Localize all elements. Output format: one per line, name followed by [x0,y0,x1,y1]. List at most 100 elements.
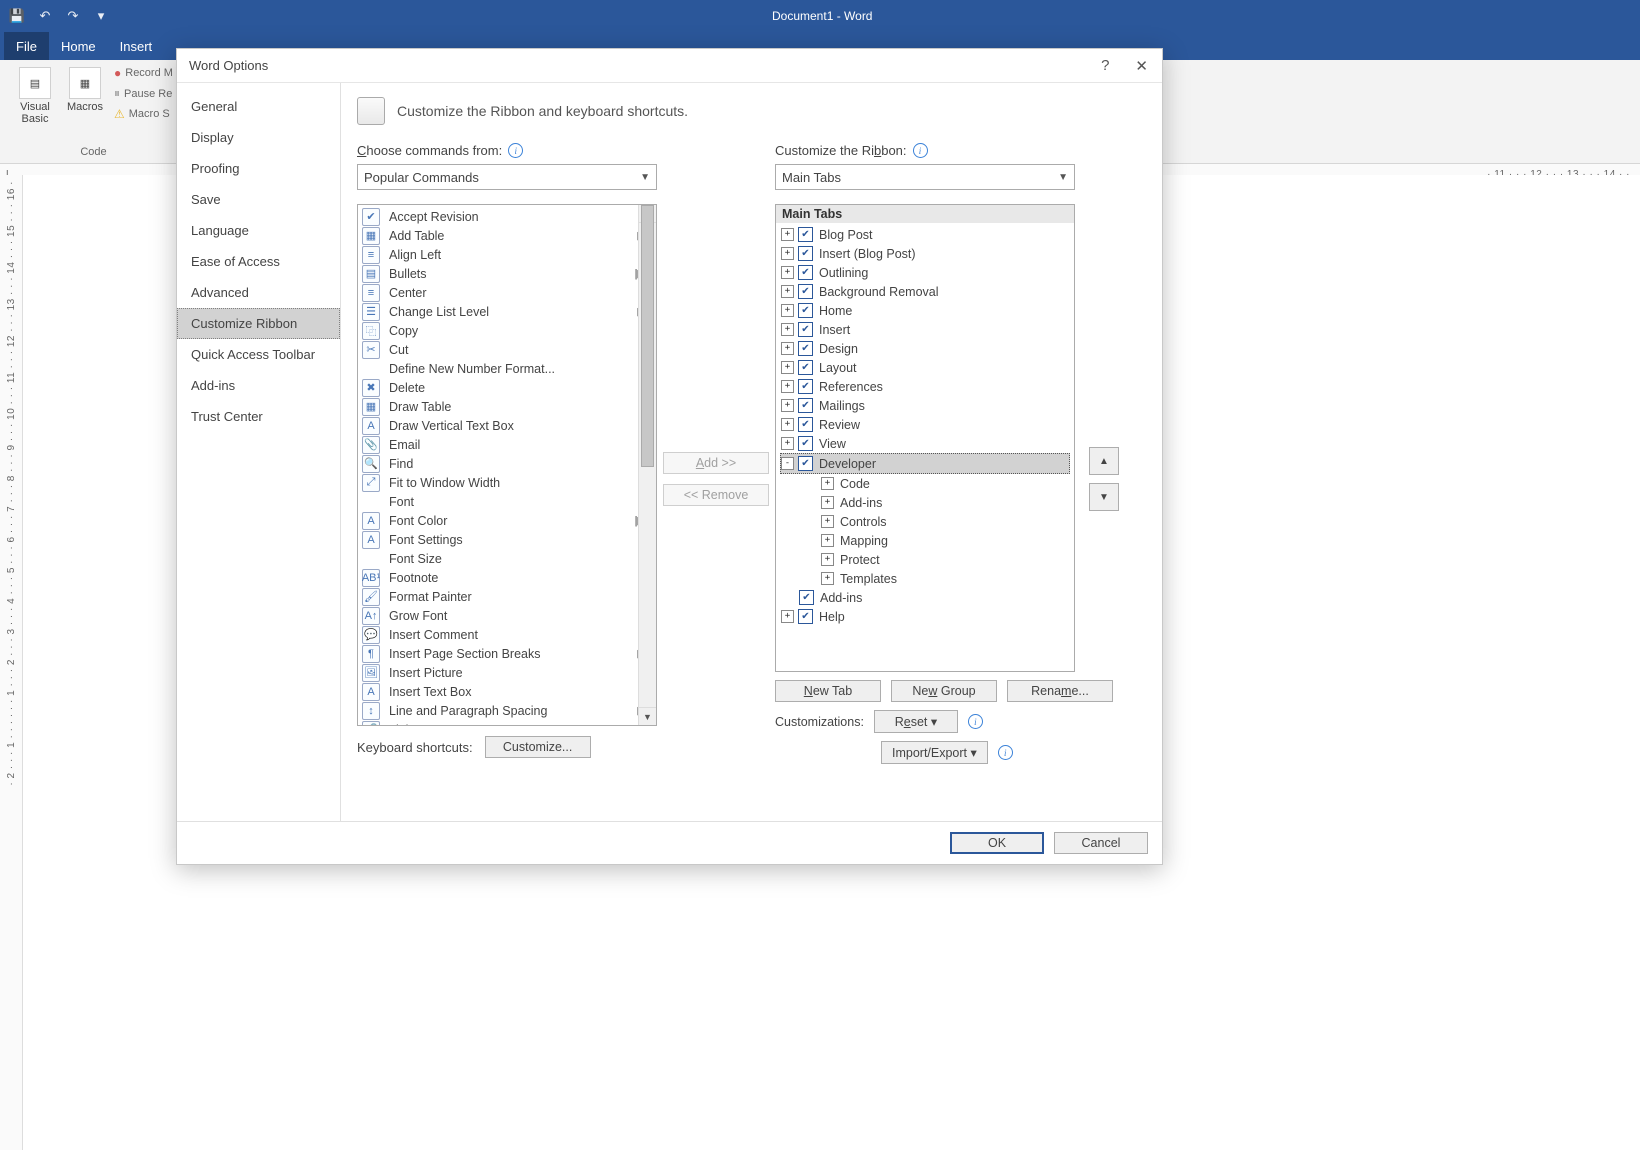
nav-item-advanced[interactable]: Advanced [177,277,340,308]
tree-item[interactable]: +Controls [781,512,1069,531]
expand-icon[interactable]: + [781,323,794,336]
command-item[interactable]: 🔍Find [360,454,654,473]
nav-item-proofing[interactable]: Proofing [177,153,340,184]
tab-insert[interactable]: Insert [108,32,165,60]
command-item[interactable]: Font SizeI▾ [360,549,654,568]
help-icon[interactable]: ? [1095,57,1115,75]
collapse-icon[interactable]: - [781,457,794,470]
expand-icon[interactable]: + [781,285,794,298]
expand-icon[interactable]: + [781,342,794,355]
record-macro-button[interactable]: ●Record M [112,64,175,82]
command-item[interactable]: AInsert Text Box [360,682,654,701]
tab-file[interactable]: File [4,32,49,60]
add-button[interactable]: Add >> [663,452,769,474]
expand-icon[interactable]: + [781,610,794,623]
ok-button[interactable]: OK [950,832,1044,854]
scroll-thumb[interactable] [641,205,654,467]
qat-customize-icon[interactable]: ▾ [90,5,112,27]
nav-item-quick-access-toolbar[interactable]: Quick Access Toolbar [177,339,340,370]
command-item[interactable]: ≡Center [360,283,654,302]
save-icon[interactable]: 💾 [6,5,28,27]
tree-item[interactable]: +Design [781,339,1069,358]
tree-item[interactable]: +Templates [781,569,1069,588]
nav-item-customize-ribbon[interactable]: Customize Ribbon [177,308,340,339]
nav-item-trust-center[interactable]: Trust Center [177,401,340,432]
checkbox[interactable] [798,227,813,242]
command-item[interactable]: ✂Cut [360,340,654,359]
nav-item-display[interactable]: Display [177,122,340,153]
redo-icon[interactable]: ↷ [62,5,84,27]
nav-item-add-ins[interactable]: Add-ins [177,370,340,401]
expand-icon[interactable]: + [821,534,834,547]
checkbox[interactable] [798,379,813,394]
choose-commands-combo[interactable]: Popular Commands ▼ [357,164,657,190]
command-item[interactable]: ¶Insert Page Section Breaks▶ [360,644,654,663]
tree-item[interactable]: Add-ins [781,588,1069,607]
checkbox[interactable] [798,417,813,432]
tree-item[interactable]: +Insert [781,320,1069,339]
checkbox[interactable] [798,609,813,624]
checkbox[interactable] [798,303,813,318]
tree-item[interactable]: +Background Removal [781,282,1069,301]
tab-home[interactable]: Home [49,32,108,60]
command-item[interactable]: ✖Delete [360,378,654,397]
command-item[interactable]: ▦Draw Table [360,397,654,416]
info-icon[interactable]: i [968,714,983,729]
checkbox[interactable] [798,341,813,356]
remove-button[interactable]: << Remove [663,484,769,506]
info-icon[interactable]: i [998,745,1013,760]
tree-item[interactable]: +Review [781,415,1069,434]
expand-icon[interactable]: + [781,228,794,241]
tree-item[interactable]: +Blog Post [781,225,1069,244]
tree-item[interactable]: +Mailings [781,396,1069,415]
expand-icon[interactable]: + [821,553,834,566]
info-icon[interactable]: i [913,143,928,158]
command-item[interactable]: Define New Number Format... [360,359,654,378]
command-item[interactable]: 🔗Link [360,720,654,726]
expand-icon[interactable]: + [821,572,834,585]
move-down-button[interactable]: ▼ [1089,483,1119,511]
tree-item[interactable]: -Developer [780,453,1070,474]
expand-icon[interactable]: + [781,304,794,317]
checkbox[interactable] [798,436,813,451]
checkbox[interactable] [798,322,813,337]
ribbon-tree[interactable]: Main Tabs +Blog Post+Insert (Blog Post)+… [775,204,1075,672]
tree-item[interactable]: +Help [781,607,1069,626]
customize-ribbon-combo[interactable]: Main Tabs ▼ [775,164,1075,190]
cancel-button[interactable]: Cancel [1054,832,1148,854]
import-export-button[interactable]: Import/Export ▾ [881,741,988,764]
command-item[interactable]: ⿻Copy [360,321,654,340]
tree-item[interactable]: +Mapping [781,531,1069,550]
new-group-button[interactable]: New Group [891,680,997,702]
command-item[interactable]: AB¹Footnote [360,568,654,587]
tree-item[interactable]: +Home [781,301,1069,320]
expand-icon[interactable]: + [821,477,834,490]
tree-item[interactable]: +References [781,377,1069,396]
tree-item[interactable]: +Layout [781,358,1069,377]
customize-shortcuts-button[interactable]: Customize... [485,736,591,758]
tree-item[interactable]: +Outlining [781,263,1069,282]
scrollbar[interactable]: ▲ ▼ [638,205,656,725]
nav-item-language[interactable]: Language [177,215,340,246]
info-icon[interactable]: i [508,143,523,158]
pause-recording-button[interactable]: ⏸Pause Re [112,84,175,103]
tree-item[interactable]: +Insert (Blog Post) [781,244,1069,263]
expand-icon[interactable]: + [781,247,794,260]
new-tab-button[interactable]: New Tab [775,680,881,702]
command-item[interactable]: ADraw Vertical Text Box [360,416,654,435]
expand-icon[interactable]: + [781,418,794,431]
tree-item[interactable]: +Add-ins [781,493,1069,512]
nav-item-ease-of-access[interactable]: Ease of Access [177,246,340,277]
checkbox[interactable] [798,456,813,471]
expand-icon[interactable]: + [781,399,794,412]
command-item[interactable]: ☰Change List Level▶ [360,302,654,321]
tree-item[interactable]: +Code [781,474,1069,493]
expand-icon[interactable]: + [781,380,794,393]
macros-button[interactable]: ▦ Macros [62,64,108,116]
checkbox[interactable] [798,398,813,413]
command-item[interactable]: ≡Align Left [360,245,654,264]
command-item[interactable]: AFont Settings [360,530,654,549]
expand-icon[interactable]: + [781,266,794,279]
command-item[interactable]: 💬Insert Comment [360,625,654,644]
command-item[interactable]: 🖼Insert Picture [360,663,654,682]
